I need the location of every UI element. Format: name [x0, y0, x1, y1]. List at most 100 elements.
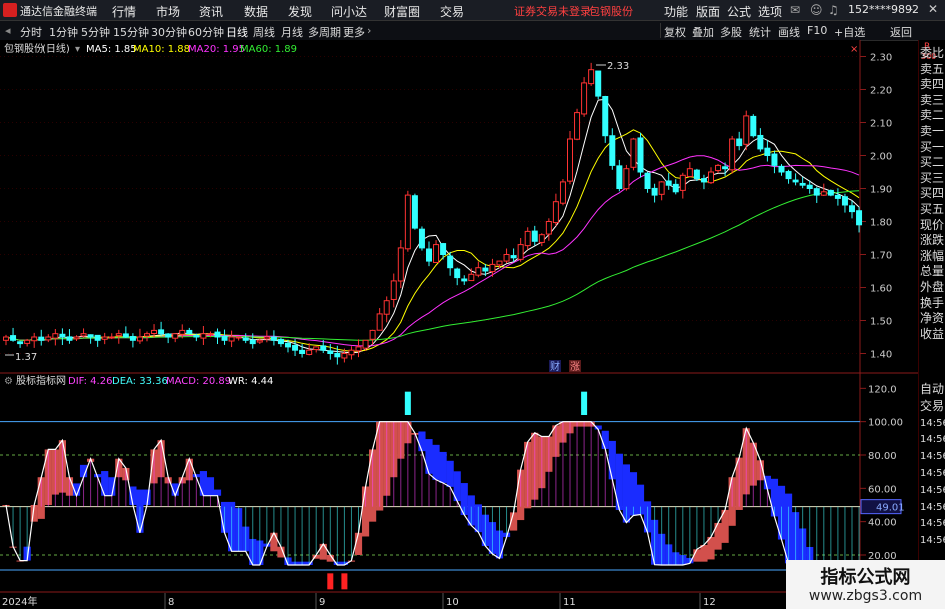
time-axis: 2024年 8 9 10 11 12: [2, 593, 716, 609]
candle-body: [757, 134, 764, 150]
menu-trade[interactable]: 交易: [440, 3, 464, 20]
candle-body: [299, 349, 306, 354]
candle-body: [256, 339, 263, 343]
period-1min[interactable]: 1分钟: [49, 24, 78, 40]
menu-quotes[interactable]: 行情: [112, 3, 136, 20]
sidebar-bottom-item-1[interactable]: 交易: [920, 399, 945, 414]
period-multi[interactable]: 多周期: [308, 24, 341, 40]
indicator-tick-label: 80.00: [868, 451, 897, 462]
sidebar-item-4[interactable]: 卖二: [920, 108, 945, 123]
sidebar-item-14[interactable]: 总量: [920, 264, 945, 279]
candle-body: [108, 336, 115, 339]
f10-button[interactable]: F10: [807, 24, 827, 37]
menu-ask[interactable]: 问小达: [331, 3, 367, 20]
sidebar-bottom-item-6[interactable]: 14:56: [920, 483, 945, 498]
menu-function[interactable]: 功能: [664, 3, 688, 20]
period-monthly[interactable]: 月线: [281, 24, 303, 40]
headset-icon[interactable]: ♫: [828, 3, 839, 17]
draw-line-button[interactable]: 画线: [778, 24, 800, 40]
sidebar-item-16[interactable]: 换手: [920, 296, 945, 311]
expand-icon[interactable]: ◂: [5, 24, 11, 37]
sidebar-item-10[interactable]: 买五: [920, 202, 945, 217]
sidebar-item-2[interactable]: 卖四: [920, 77, 945, 92]
menu-news[interactable]: 资讯: [199, 3, 223, 20]
broker-notice[interactable]: 证券交易未登录: [514, 3, 591, 19]
candle-body: [574, 112, 581, 140]
fill-segment: [206, 477, 215, 496]
period-daily[interactable]: 日线: [226, 24, 248, 40]
candle-body: [806, 184, 813, 190]
fill-segment: [213, 489, 222, 496]
sidebar-item-7[interactable]: 买二: [920, 155, 945, 170]
sidebar-item-17[interactable]: 净资: [920, 311, 945, 326]
period-more[interactable]: 更多: [343, 24, 365, 40]
sidebar-item-9[interactable]: 买四: [920, 186, 945, 201]
period-intraday[interactable]: 分时: [20, 24, 42, 40]
period-60min[interactable]: 60分钟: [188, 24, 224, 40]
sidebar-item-18[interactable]: 收益: [920, 327, 945, 342]
sidebar-item-13[interactable]: 涨幅: [920, 249, 945, 264]
menu-formula[interactable]: 公式: [727, 3, 751, 20]
candle-body: [94, 334, 101, 341]
sidebar-item-3[interactable]: 卖三: [920, 93, 945, 108]
sidebar-item-1[interactable]: 卖五: [920, 62, 945, 77]
period-30min[interactable]: 30分钟: [151, 24, 187, 40]
sidebar-item-8[interactable]: 买三: [920, 171, 945, 186]
sidebar-bottom-item-4[interactable]: 14:56: [920, 449, 945, 464]
back-button[interactable]: 返回: [890, 24, 912, 40]
candle-body: [165, 333, 172, 338]
sidebar-item-15[interactable]: 外盘: [920, 280, 945, 295]
candle-body: [334, 352, 341, 358]
candle-body: [454, 268, 461, 279]
price-tick-label: 2.20: [870, 86, 892, 97]
candle-body: [411, 195, 418, 229]
menu-discover[interactable]: 发现: [288, 3, 312, 20]
candle-body: [3, 336, 9, 341]
menu-wealth[interactable]: 财富圈: [384, 3, 420, 20]
menu-data[interactable]: 数据: [244, 3, 268, 20]
panel-close-icon[interactable]: ×: [850, 44, 858, 55]
candle-body: [461, 278, 468, 282]
overlay-button[interactable]: 叠加: [692, 24, 714, 40]
sidebar-bottom-item-9[interactable]: 14:56: [920, 533, 945, 548]
sidebar-item-11[interactable]: 现价: [920, 218, 945, 233]
chevron-right-icon[interactable]: ›: [367, 24, 371, 37]
period-15min[interactable]: 15分钟: [113, 24, 149, 40]
minimize-icon[interactable]: –: [907, 2, 913, 16]
menu-market[interactable]: 市场: [156, 3, 180, 20]
sidebar-bottom-item-0[interactable]: 自动: [920, 382, 945, 397]
user-icon[interactable]: ☺: [810, 3, 823, 17]
sidebar-bottom-item-8[interactable]: 14:56: [920, 516, 945, 531]
stock-link[interactable]: 包钢股份: [589, 3, 633, 19]
multi-stock-button[interactable]: 多股: [720, 24, 742, 40]
period-5min[interactable]: 5分钟: [81, 24, 110, 40]
indicator-tick-label: 40.00: [868, 518, 897, 529]
settings-icon[interactable]: ⚙: [4, 376, 13, 387]
sidebar-item-0[interactable]: 委比: [920, 46, 945, 61]
add-watchlist-button[interactable]: +自选: [834, 24, 865, 40]
chart-area[interactable]: 包钢股份 (日线) ▾ MA5: 1.85 MA10: 1.88 MA20: 1…: [0, 40, 918, 609]
close-icon[interactable]: ✕: [928, 2, 938, 16]
menu-options[interactable]: 选项: [758, 3, 782, 20]
candle-body: [426, 248, 432, 262]
candle-body: [489, 263, 496, 273]
dropdown-icon[interactable]: ▾: [75, 44, 80, 55]
sidebar-item-6[interactable]: 买一: [920, 140, 945, 155]
sidebar-bottom-item-7[interactable]: 14:56: [920, 500, 945, 515]
ma5-label: MA5: 1.85: [86, 44, 137, 55]
candle-body: [433, 244, 440, 263]
mail-icon[interactable]: ✉: [790, 3, 800, 17]
sidebar-bottom-item-3[interactable]: 14:56: [920, 432, 945, 447]
sidebar-item-12[interactable]: 涨跌: [920, 233, 945, 248]
rise-marker[interactable]: 涨: [570, 361, 580, 373]
period-weekly[interactable]: 周线: [253, 24, 275, 40]
sidebar-bottom-item-2[interactable]: 14:56: [920, 416, 945, 431]
menu-layout[interactable]: 版面: [696, 3, 720, 20]
sidebar-bottom-item-5[interactable]: 14:56: [920, 466, 945, 481]
price-tick-label: 1.90: [870, 185, 892, 196]
finance-marker[interactable]: 财: [550, 360, 560, 373]
restore-rights-button[interactable]: 复权: [664, 24, 686, 40]
statistics-button[interactable]: 统计: [749, 24, 771, 40]
candle-body: [207, 333, 214, 336]
sidebar-item-5[interactable]: 卖一: [920, 124, 945, 139]
